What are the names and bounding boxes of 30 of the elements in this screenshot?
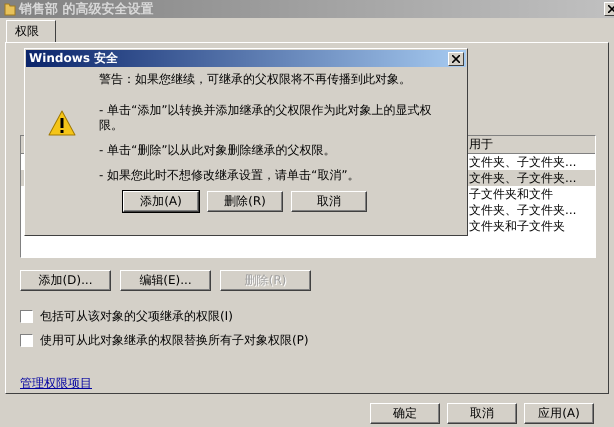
column-header: 用于 <box>469 136 493 153</box>
dialog-button[interactable]: 删除(R) <box>207 191 283 212</box>
table-cell: 文件夹、子文件夹... <box>469 202 576 218</box>
close-icon <box>608 5 614 13</box>
tab[interactable]: 权限 <box>6 20 56 42</box>
warning-icon <box>48 110 76 136</box>
action-button[interactable]: 编辑(E)... <box>120 270 211 291</box>
footer-button[interactable]: 应用(A) <box>524 403 594 424</box>
folder-icon <box>4 2 16 16</box>
dialog-button[interactable]: 添加(A) <box>123 191 199 212</box>
warning-text: 警告：如果您继续，可继承的父权限将不再传播到此对象。 <box>99 72 412 87</box>
checkbox[interactable] <box>20 334 33 347</box>
checkbox-label: 使用可从此对象继承的权限替换所有子对象权限(P) <box>40 332 309 349</box>
checkbox-label: 包括可从该对象的父项继承的权限(I) <box>40 308 233 325</box>
manage-permissions-link[interactable]: 管理权限项目 <box>20 375 92 392</box>
instruction-text: - 单击“添加”以转换并添加继承的父权限作为此对象上的显式权限。 <box>99 103 433 133</box>
table-cell: 文件夹、子文件夹... <box>469 170 576 186</box>
instruction-text: - 单击“删除”以从此对象删除继承的父权限。 <box>99 143 337 158</box>
table-cell: 文件夹和子文件夹 <box>469 218 565 234</box>
action-button[interactable]: 添加(D)... <box>20 270 111 291</box>
dialog-title: Windows 安全 <box>29 50 118 67</box>
close-icon <box>452 54 460 62</box>
dialog-button[interactable]: 取消 <box>291 191 367 212</box>
checkbox[interactable] <box>20 310 33 323</box>
footer-button[interactable]: 取消 <box>447 403 517 424</box>
close-button[interactable] <box>448 52 464 66</box>
instruction-text: - 如果您此时不想修改继承设置，请单击“取消”。 <box>99 168 361 183</box>
table-cell: 文件夹、子文件夹... <box>469 154 576 170</box>
footer-button[interactable]: 确定 <box>370 403 440 424</box>
window-title: 销售部 的高级安全设置 <box>19 0 154 18</box>
